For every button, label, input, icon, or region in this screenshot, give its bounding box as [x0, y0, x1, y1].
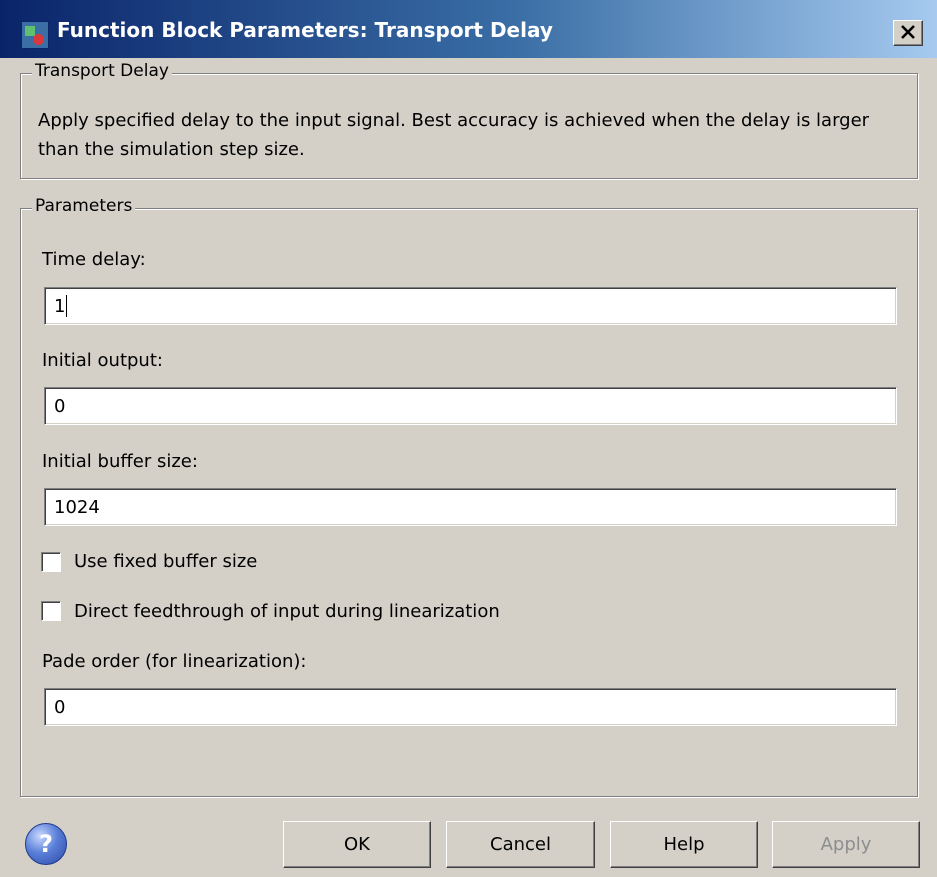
initial-buffer-size-input[interactable]: 1024: [44, 488, 897, 526]
pade-order-label: Pade order (for linearization):: [42, 651, 307, 672]
time-delay-label: Time delay:: [42, 249, 146, 270]
text-caret: [66, 295, 67, 317]
window-title: Function Block Parameters: Transport Del…: [57, 18, 553, 42]
help-button[interactable]: Help: [610, 821, 758, 868]
initial-buffer-size-label: Initial buffer size:: [42, 451, 198, 472]
help-icon[interactable]: ?: [25, 823, 67, 865]
title-bar[interactable]: Function Block Parameters: Transport Del…: [0, 0, 937, 58]
block-description: Apply specified delay to the input signa…: [38, 110, 870, 160]
apply-button[interactable]: Apply: [772, 821, 920, 868]
cancel-button[interactable]: Cancel: [446, 821, 595, 868]
close-icon: [901, 25, 915, 39]
pade-order-value: 0: [54, 697, 66, 718]
time-delay-input[interactable]: 1: [44, 287, 897, 325]
initial-buffer-size-value: 1024: [54, 497, 100, 518]
initial-output-value: 0: [54, 396, 66, 417]
description-group-legend: Transport Delay: [32, 61, 172, 81]
pade-order-input[interactable]: 0: [44, 688, 897, 726]
initial-output-label: Initial output:: [42, 350, 163, 371]
time-delay-value: 1: [54, 296, 66, 317]
simulink-block-icon[interactable]: [21, 21, 49, 49]
use-fixed-buffer-label[interactable]: Use fixed buffer size: [74, 551, 257, 572]
parameters-group-legend: Parameters: [32, 196, 136, 216]
close-button[interactable]: [893, 20, 923, 46]
direct-feedthrough-checkbox[interactable]: [41, 601, 61, 621]
direct-feedthrough-label[interactable]: Direct feedthrough of input during linea…: [74, 601, 500, 622]
initial-output-input[interactable]: 0: [44, 387, 897, 425]
use-fixed-buffer-checkbox[interactable]: [41, 552, 61, 572]
ok-button[interactable]: OK: [283, 821, 431, 868]
